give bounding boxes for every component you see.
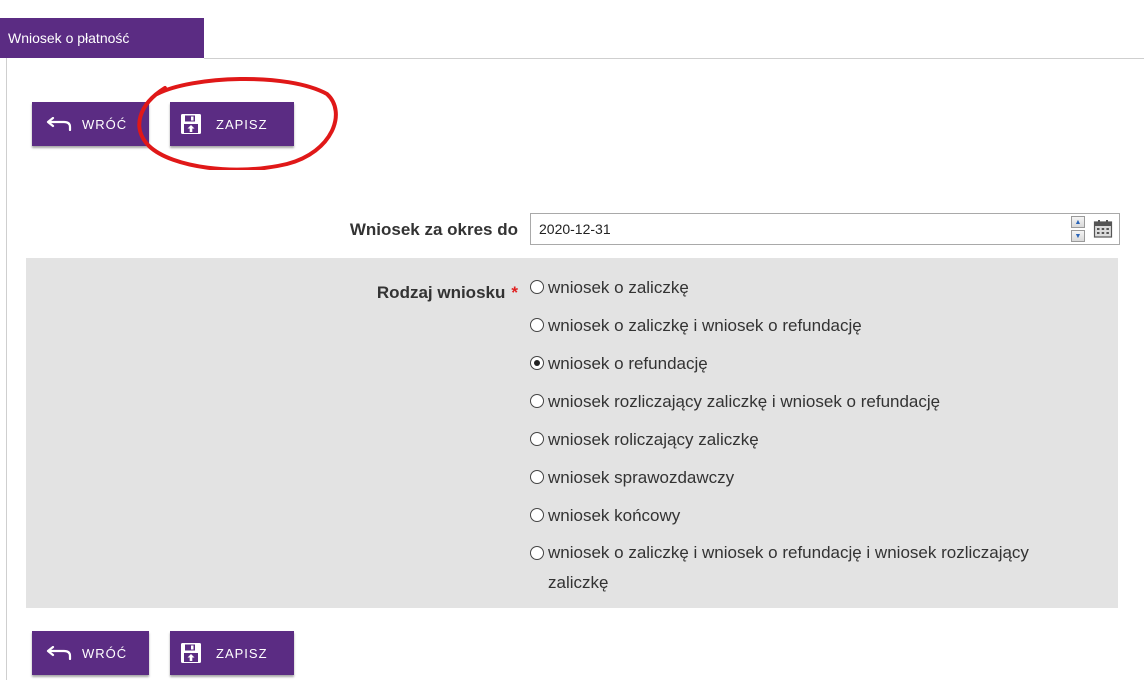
save-floppy-icon (180, 113, 202, 135)
back-button[interactable]: WRÓĆ (32, 102, 149, 146)
back-button-bottom[interactable]: WRÓĆ (32, 631, 149, 675)
content-left-border (6, 58, 7, 680)
save-button-label: ZAPISZ (216, 116, 268, 132)
calendar-icon[interactable] (1090, 217, 1116, 241)
radio-option[interactable]: wniosek o refundację (530, 352, 1070, 390)
tab-wniosek-o-platnosc[interactable]: Wniosek o płatność (0, 18, 204, 58)
radio-button[interactable] (530, 394, 544, 408)
radio-button[interactable] (530, 546, 544, 560)
spinner-down-icon[interactable]: ▼ (1071, 230, 1085, 242)
radio-button[interactable] (530, 470, 544, 484)
radio-button[interactable] (530, 508, 544, 522)
radio-button-checked[interactable] (530, 356, 544, 370)
radio-option-label: wniosek o refundację (548, 354, 708, 373)
radio-button[interactable] (530, 432, 544, 446)
required-asterisk: * (511, 283, 518, 302)
radio-option-label: wniosek o zaliczkę (548, 278, 689, 297)
radio-option-label: wniosek o zaliczkę i wniosek o refundacj… (548, 316, 862, 335)
date-spinner[interactable]: ▲ ▼ (1071, 216, 1085, 242)
tab-divider (204, 58, 1144, 59)
radio-option[interactable]: wniosek o zaliczkę i wniosek o refundacj… (530, 314, 1070, 352)
radio-option-label: wniosek sprawozdawczy (548, 468, 735, 487)
radio-option[interactable]: wniosek rozliczający zaliczkę i wniosek … (530, 390, 1070, 428)
save-floppy-icon (180, 642, 202, 664)
radio-option-label: wniosek roliczający zaliczkę (548, 430, 759, 449)
back-button-label: WRÓĆ (82, 116, 128, 132)
spinner-up-icon[interactable]: ▲ (1071, 216, 1085, 228)
radio-option-label: wniosek końcowy (548, 506, 681, 525)
radio-option[interactable]: wniosek sprawozdawczy (530, 466, 1070, 504)
back-arrow-icon (44, 117, 76, 131)
save-button-bottom[interactable]: ZAPISZ (170, 631, 294, 675)
radio-option[interactable]: wniosek końcowy (530, 504, 1070, 542)
request-kind-options: wniosek o zaliczkę wniosek o zaliczkę i … (530, 276, 1070, 598)
radio-option-label: wniosek rozliczający zaliczkę i wniosek … (548, 392, 941, 411)
back-arrow-icon (44, 646, 76, 660)
save-button-label: ZAPISZ (216, 645, 268, 661)
radio-option[interactable]: wniosek roliczający zaliczkę (530, 428, 1070, 466)
radio-option[interactable]: wniosek o zaliczkę (530, 276, 1070, 314)
request-kind-label-text: Rodzaj wniosku (376, 283, 506, 302)
radio-button[interactable] (530, 280, 544, 294)
save-button[interactable]: ZAPISZ (170, 102, 294, 146)
tab-label: Wniosek o płatność (8, 30, 130, 46)
date-field-label: Wniosek za okres do (349, 220, 518, 239)
radio-option-label: wniosek o zaliczkę i wniosek o refundacj… (548, 543, 1029, 592)
back-button-label: WRÓĆ (82, 645, 128, 661)
request-kind-label: Rodzaj wniosku * (300, 283, 518, 303)
radio-button[interactable] (530, 318, 544, 332)
radio-option[interactable]: wniosek o zaliczkę i wniosek o refundacj… (530, 542, 1070, 598)
period-date-input[interactable] (530, 213, 1120, 245)
